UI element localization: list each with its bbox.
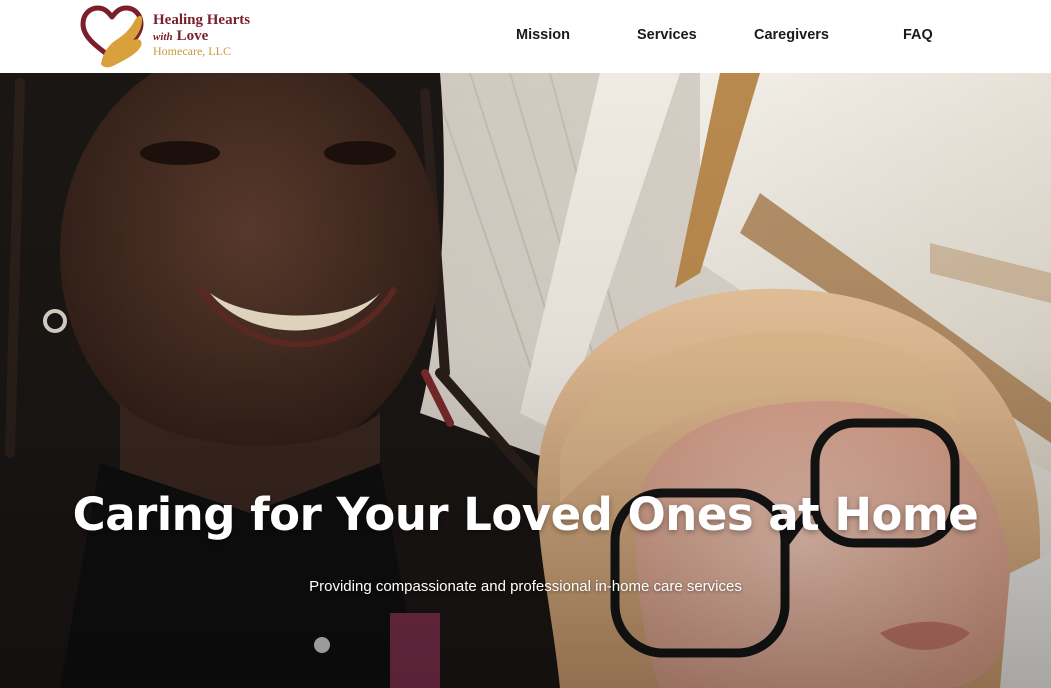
hero-subtitle: Providing compassionate and professional…	[309, 578, 742, 595]
brand-name-line1: Healing Hearts	[153, 12, 251, 28]
brand-logo[interactable]: Healing Hearts with Love Homecare, LLC	[79, 4, 269, 70]
brand-name-line2: with Love	[153, 29, 250, 44]
brand-text: Healing Hearts with Love Homecare, LLC	[153, 12, 251, 58]
site-header: Healing Hearts with Love Homecare, LLC Mi…	[0, 0, 1051, 73]
hero-overlay	[0, 73, 1051, 688]
nav-caregivers[interactable]: Caregivers	[754, 27, 829, 43]
brand-name-line3: Homecare, LLC	[153, 44, 231, 58]
heart-hand-logo-icon	[80, 5, 144, 68]
nav-mission[interactable]: Mission	[516, 27, 570, 43]
brand-with: with	[153, 31, 173, 43]
hero-section: Caring for Your Loved Ones at Home Provi…	[0, 73, 1051, 688]
nav-services[interactable]: Services	[637, 27, 697, 43]
nav-faq[interactable]: FAQ	[903, 27, 933, 43]
hero-title: Caring for Your Loved Ones at Home	[72, 488, 979, 541]
brand-love: Love	[176, 28, 209, 44]
